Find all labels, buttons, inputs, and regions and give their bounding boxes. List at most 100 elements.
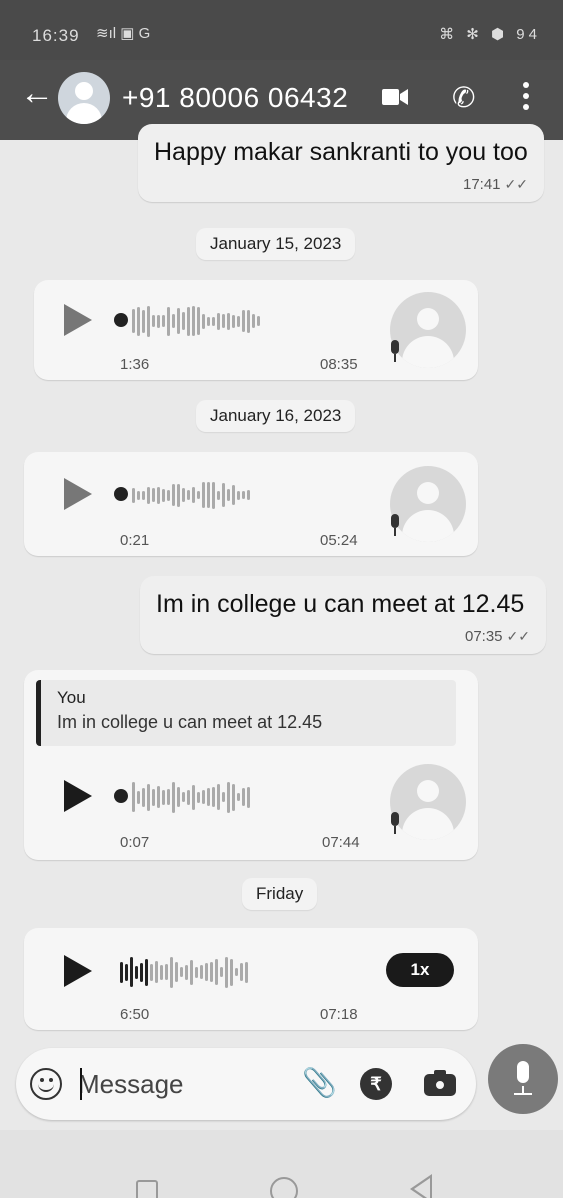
back-triangle-icon[interactable]	[410, 1174, 432, 1198]
waveform-bar	[247, 309, 250, 333]
waveform-bar	[220, 967, 223, 977]
waveform-bar	[145, 958, 148, 986]
camera-icon[interactable]	[424, 1068, 456, 1096]
recents-icon[interactable]	[136, 1180, 158, 1198]
waveform-bar	[195, 966, 198, 978]
seek-dot[interactable]	[114, 313, 128, 327]
waveform-bar	[165, 964, 168, 980]
waveform[interactable]	[132, 304, 260, 338]
waveform-bar	[252, 314, 255, 328]
waveform-bar	[162, 488, 165, 502]
contact-name[interactable]: +91 80006 06432	[122, 82, 348, 114]
waveform-bar	[157, 486, 160, 504]
voice-message[interactable]: 0:21 05:24	[24, 452, 478, 556]
waveform-bar	[192, 487, 195, 503]
waveform-bar	[227, 781, 230, 813]
voice-record-button[interactable]	[488, 1044, 558, 1114]
waveform[interactable]	[132, 478, 250, 512]
waveform-bar	[170, 956, 173, 988]
message-meta: 07:35 ✓✓	[465, 628, 530, 645]
payment-icon[interactable]: ₹	[360, 1068, 392, 1100]
waveform-bar	[177, 483, 180, 507]
play-icon[interactable]	[64, 780, 92, 812]
waveform-bar	[167, 306, 170, 336]
waveform-bar	[232, 783, 235, 811]
waveform-bar	[202, 313, 205, 329]
waveform-bar	[222, 483, 225, 507]
play-icon[interactable]	[64, 955, 92, 987]
double-tick-icon: ✓✓	[504, 176, 528, 192]
waveform-bar	[232, 314, 235, 328]
waveform-bar	[167, 489, 170, 501]
more-vert-icon[interactable]	[522, 82, 530, 114]
waveform-bar	[230, 958, 233, 986]
waveform-bar	[212, 481, 215, 509]
voice-time: 05:24	[320, 532, 358, 549]
waveform-bar	[182, 792, 185, 802]
double-tick-icon: ✓✓	[506, 628, 530, 644]
avatar-head	[75, 82, 93, 100]
back-arrow-icon[interactable]: ←	[20, 76, 54, 110]
message-input[interactable]	[78, 1062, 278, 1106]
waveform-bar	[142, 787, 145, 807]
waveform-bar	[192, 306, 195, 336]
home-icon[interactable]	[270, 1177, 298, 1198]
system-nav-bar	[0, 1130, 563, 1198]
waveform-bar	[142, 309, 145, 333]
seek-dot[interactable]	[114, 789, 128, 803]
waveform-bar	[225, 956, 228, 988]
waveform-bar	[132, 487, 135, 503]
attach-icon[interactable]: 📎	[302, 1068, 337, 1098]
date-chip: January 16, 2023	[196, 400, 356, 432]
phone-icon[interactable]: ✆	[452, 84, 475, 112]
waveform-bar	[217, 312, 220, 330]
quote-text: Im in college u can meet at 12.45	[57, 712, 323, 732]
waveform-bar	[237, 315, 240, 327]
playback-speed-button[interactable]: 1x	[386, 953, 454, 987]
message-bubble-outgoing[interactable]: Im in college u can meet at 12.45 07:35 ✓…	[140, 576, 546, 654]
waveform-bar	[177, 787, 180, 807]
waveform-bar	[197, 791, 200, 803]
status-time: 16:39	[32, 26, 80, 45]
quote-author: You	[57, 688, 86, 707]
waveform-bar	[157, 314, 160, 328]
waveform[interactable]	[132, 780, 250, 814]
mic-icon	[517, 1061, 529, 1083]
reply-quote[interactable]: You Im in college u can meet at 12.45	[36, 680, 456, 746]
play-icon[interactable]	[64, 304, 92, 336]
waveform-bar	[147, 783, 150, 811]
waveform-bar	[202, 790, 205, 804]
seek-dot[interactable]	[114, 487, 128, 501]
date-chip: Friday	[242, 878, 318, 910]
message-time: 17:41	[462, 176, 501, 193]
waveform-bar	[172, 781, 175, 813]
waveform-bar	[247, 786, 250, 808]
play-icon[interactable]	[64, 478, 92, 510]
waveform-bar	[182, 488, 185, 502]
waveform[interactable]	[120, 955, 248, 989]
waveform-bar	[137, 306, 140, 336]
voice-duration: 0:21	[120, 532, 150, 549]
waveform-bar	[172, 484, 175, 506]
video-call-icon[interactable]	[382, 87, 408, 107]
voice-duration: 6:50	[120, 1006, 150, 1023]
mic-icon	[388, 514, 402, 536]
signal-icons: ≋ıl ▣ G	[96, 25, 151, 42]
message-text: Happy makar sankranti to you too	[154, 138, 528, 166]
waveform-bar	[217, 784, 220, 810]
waveform-bar	[222, 314, 225, 328]
contact-avatar[interactable]	[58, 72, 110, 124]
waveform-bar	[180, 967, 183, 977]
voice-message[interactable]: 1:36 08:35	[34, 280, 478, 380]
waveform-bar	[152, 788, 155, 806]
waveform-bar	[147, 486, 150, 504]
waveform-bar	[222, 792, 225, 802]
waveform-bar	[187, 490, 190, 500]
waveform-bar	[155, 961, 158, 983]
message-bubble-outgoing[interactable]: Happy makar sankranti to you too 17:41 ✓✓	[138, 124, 544, 202]
waveform-bar	[187, 789, 190, 805]
emoji-icon[interactable]	[30, 1068, 62, 1100]
waveform-bar	[217, 490, 220, 500]
waveform-bar	[140, 962, 143, 982]
voice-time: 07:18	[320, 1006, 358, 1023]
